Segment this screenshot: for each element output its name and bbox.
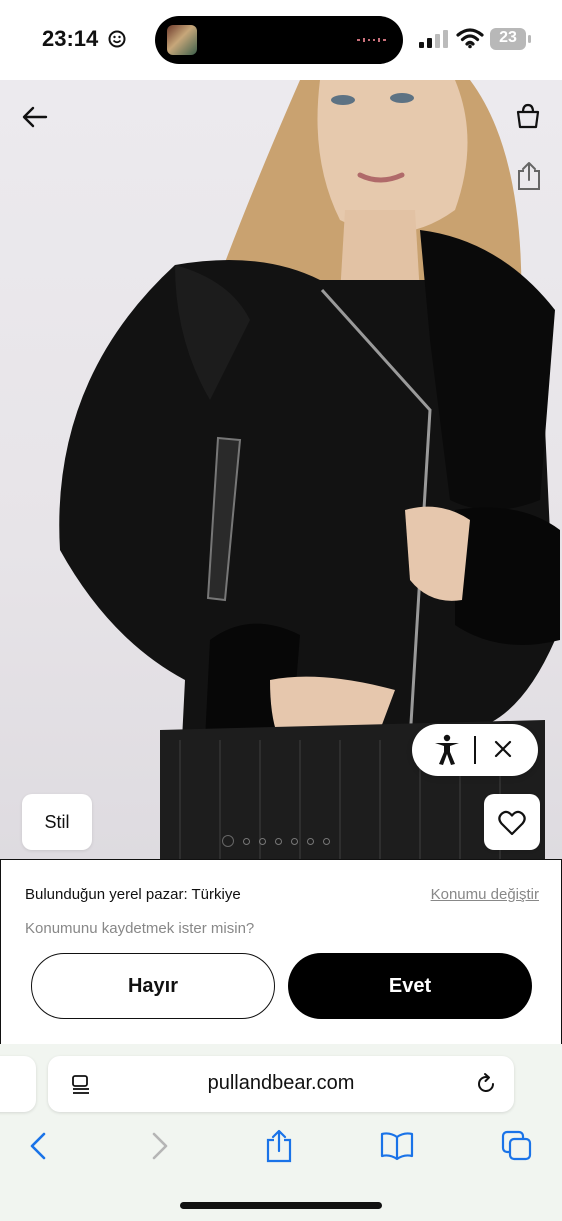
accessibility-widget[interactable] — [412, 724, 538, 776]
share-icon[interactable] — [514, 160, 544, 192]
browser-toolbar — [0, 1128, 562, 1168]
address-bar[interactable]: pullandbear.com — [48, 1056, 514, 1112]
tabs-icon[interactable] — [500, 1128, 534, 1164]
product-image[interactable]: Stil — [0, 80, 562, 860]
back-arrow-icon[interactable] — [20, 102, 50, 132]
pagination-dot[interactable] — [243, 837, 250, 845]
image-pagination[interactable] — [222, 834, 330, 848]
divider — [474, 736, 476, 764]
share-icon[interactable] — [262, 1128, 296, 1164]
battery-level: 23 — [499, 29, 517, 46]
save-location-question: Konumunu kaydetmek ister misin? — [25, 920, 255, 937]
change-location-link[interactable]: Konumu değiştir — [431, 886, 539, 903]
no-button[interactable]: Hayır — [31, 953, 275, 1019]
pagination-dot[interactable] — [307, 837, 314, 845]
yes-button[interactable]: Evet — [288, 953, 532, 1019]
pagination-dot[interactable] — [259, 837, 266, 845]
wifi-icon — [456, 28, 484, 49]
pagination-dot[interactable] — [275, 837, 282, 845]
pagination-dot[interactable] — [222, 835, 234, 847]
url-text[interactable]: pullandbear.com — [48, 1072, 514, 1095]
pagination-dot[interactable] — [291, 837, 298, 845]
pagination-dot[interactable] — [323, 837, 330, 845]
favorite-button[interactable] — [484, 794, 540, 850]
clock: 23:14 — [42, 26, 99, 51]
now-playing-artwork — [167, 25, 197, 55]
bookmarks-icon[interactable] — [380, 1128, 414, 1164]
style-button[interactable]: Stil — [22, 794, 92, 850]
audio-wave-icon — [357, 38, 386, 42]
accessibility-icon[interactable] — [432, 734, 462, 766]
dynamic-island[interactable] — [155, 16, 403, 64]
heart-icon — [498, 810, 526, 836]
reload-icon[interactable] — [474, 1072, 498, 1096]
cellular-signal-icon — [419, 30, 448, 48]
previous-tab[interactable] — [0, 1056, 36, 1112]
close-icon[interactable] — [492, 738, 514, 760]
battery-indicator: 23 — [490, 28, 532, 50]
shopping-bag-icon[interactable] — [514, 102, 542, 130]
location-banner: Bulunduğun yerel pazar: Türkiye Konumu d… — [0, 859, 562, 1045]
smiley-icon — [108, 30, 126, 48]
browser-chrome: pullandbear.com — [0, 1044, 562, 1221]
home-indicator — [180, 1202, 382, 1209]
market-text: Bulunduğun yerel pazar: Türkiye — [25, 886, 241, 903]
status-bar: 23:14 23 — [0, 0, 562, 80]
forward-chevron-icon[interactable] — [142, 1128, 176, 1164]
back-chevron-icon[interactable] — [22, 1128, 56, 1164]
